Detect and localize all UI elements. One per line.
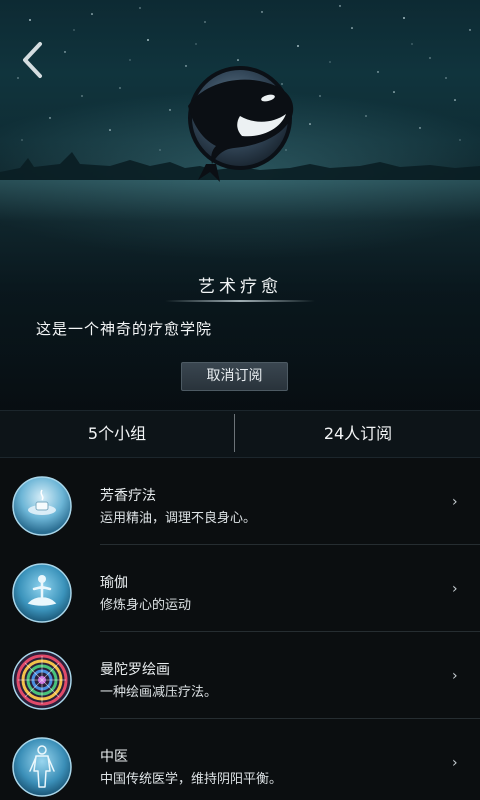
item-name: 芳香疗法 — [100, 488, 156, 504]
list-item-mandala[interactable]: 曼陀罗绘画 一种绘画减压疗法。 › — [0, 632, 480, 719]
title-underline — [165, 300, 315, 302]
mandala-icon — [12, 650, 72, 710]
item-subtitle: 中国传统医学，维持阴阳平衡。 — [100, 772, 283, 787]
chevron-right-icon: › — [452, 755, 458, 771]
item-subtitle: 运用精油，调理不良身心。 — [100, 511, 257, 526]
page-description: 这是一个神奇的疗愈学院 — [36, 320, 213, 338]
chevron-left-icon[interactable] — [16, 40, 50, 80]
groups-count[interactable]: 5个小组 — [0, 411, 234, 457]
item-name: 曼陀罗绘画 — [100, 662, 170, 678]
header-hero: 艺术疗愈 这是一个神奇的疗愈学院 取消订阅 — [0, 0, 480, 410]
list-item-aromatherapy[interactable]: 芳香疗法 运用精油，调理不良身心。 › — [0, 458, 480, 545]
chevron-right-icon: › — [452, 668, 458, 684]
chevron-right-icon: › — [452, 581, 458, 597]
stats-bar: 5个小组 24人订阅 — [0, 410, 480, 458]
list-item-yoga[interactable]: 瑜伽 修炼身心的运动 › — [0, 545, 480, 632]
meditation-icon — [12, 563, 72, 623]
stats-divider — [234, 414, 235, 452]
chevron-right-icon: › — [452, 494, 458, 510]
group-list: 芳香疗法 运用精油，调理不良身心。 › 瑜伽 修炼身心的运动 › 曼陀罗绘画 一… — [0, 458, 480, 800]
unsubscribe-button[interactable]: 取消订阅 — [181, 362, 288, 391]
item-name: 瑜伽 — [100, 575, 128, 591]
list-item-tcm[interactable]: 中医 中国传统医学，维持阴阳平衡。 › — [0, 719, 480, 800]
aroma-icon — [12, 476, 72, 536]
subscribers-count[interactable]: 24人订阅 — [236, 411, 480, 457]
item-subtitle: 一种绘画减压疗法。 — [100, 685, 218, 700]
whale-icon — [188, 66, 294, 182]
item-subtitle: 修炼身心的运动 — [100, 598, 192, 613]
item-name: 中医 — [100, 749, 128, 765]
body-icon — [12, 737, 72, 797]
